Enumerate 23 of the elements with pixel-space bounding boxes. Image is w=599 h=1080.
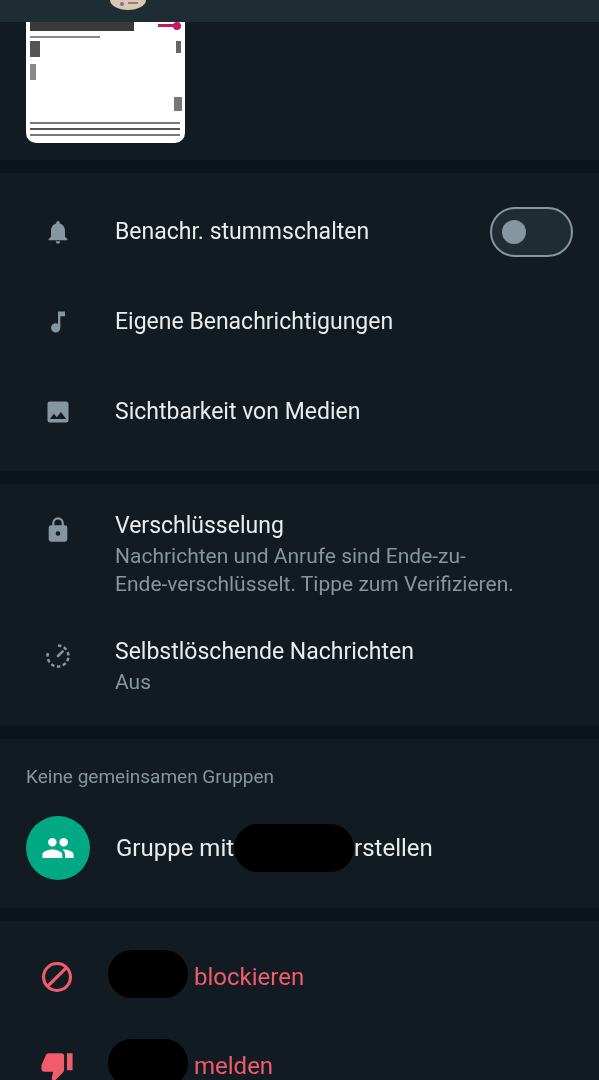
danger-action-row[interactable]: blockieren: [0, 932, 599, 1022]
create-group-label: rstellen: [354, 832, 433, 864]
toggle-switch[interactable]: [490, 207, 573, 257]
settings-row[interactable]: Sichtbarkeit von Medien: [0, 367, 599, 457]
section-header: Keine gemeinsamen Gruppen: [25, 764, 276, 790]
setting-label: Sichtbarkeit von Medien: [115, 396, 362, 427]
settings-row[interactable]: Selbstlöschende Nachrichten Aus: [0, 636, 599, 696]
action-label: melden: [194, 1051, 274, 1080]
setting-label: Selbstlöschende Nachrichten: [115, 637, 414, 667]
setting-label: Eigene Benachrichtigungen: [115, 306, 395, 337]
setting-subtitle: Nachrichten und Anrufe sind Ende-zu-Ende-verschlüsselt. Tippe zum Verifizieren.: [115, 543, 515, 598]
block-icon: [40, 960, 74, 994]
setting-label: Benachr. stummschalten: [115, 216, 371, 247]
settings-row[interactable]: Verschlüsselung Nachrichten und Anrufe sind Ende-zu-Ende-verschlüsselt. Tippe zum Verifizieren.: [0, 510, 599, 598]
create-group-row[interactable]: Gruppe mit rstellen: [0, 807, 599, 888]
settings-row[interactable]: Benachr. stummschalten: [0, 187, 599, 277]
action-label: blockieren: [194, 962, 305, 993]
danger-action-row[interactable]: melden: [0, 1021, 599, 1080]
setting-label: Verschlüsselung: [115, 511, 285, 541]
timer-icon: [44, 642, 72, 670]
setting-subtitle: Aus: [115, 669, 152, 696]
settings-row[interactable]: Eigene Benachrichtigungen: [0, 277, 599, 367]
create-group-label: Gruppe mit: [116, 832, 235, 864]
